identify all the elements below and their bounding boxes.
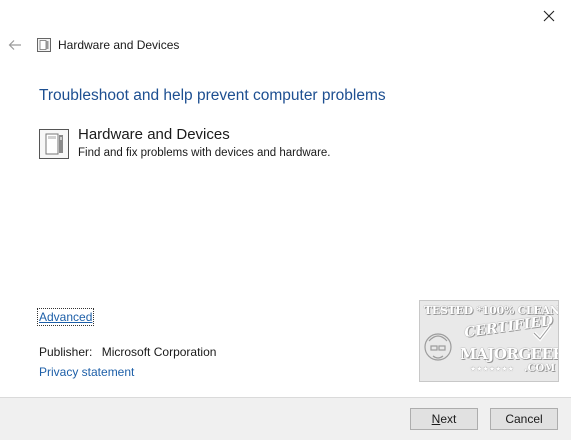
back-button[interactable]	[6, 36, 24, 54]
advanced-link[interactable]: Advanced	[36, 308, 95, 326]
hardware-device-icon	[39, 129, 69, 159]
button-bar: Next Cancel	[0, 397, 571, 440]
privacy-statement-link[interactable]: Privacy statement	[39, 365, 134, 379]
troubleshooter-window: Hardware and Devices Troubleshoot and he…	[0, 0, 571, 440]
troubleshooter-item-hardware[interactable]: Hardware and Devices Find and fix proble…	[39, 126, 459, 162]
close-button[interactable]	[538, 5, 560, 27]
breadcrumb-title: Hardware and Devices	[58, 38, 180, 52]
hardware-device-icon	[37, 38, 51, 52]
troubleshooter-description: Find and fix problems with devices and h…	[78, 147, 331, 159]
back-arrow-icon	[8, 40, 21, 50]
page-title: Troubleshoot and help prevent computer p…	[39, 87, 386, 104]
cancel-button[interactable]: Cancel	[490, 408, 558, 430]
navigation-bar: Hardware and Devices	[0, 36, 571, 56]
checkmark-icon	[532, 324, 552, 342]
publisher-label: Publisher:	[39, 345, 93, 359]
publisher-value: Microsoft Corporation	[101, 345, 217, 359]
close-icon	[543, 10, 555, 22]
next-button-mnemonic: N	[431, 412, 441, 426]
majorgeeks-watermark: TESTED *100% CLEAN CERTIFIED MAJORGEEKS …	[419, 300, 559, 382]
watermark-stars: ★★★★★★★	[470, 365, 514, 373]
watermark-line-3: MAJORGEEKS	[460, 345, 558, 363]
watermark-line-4: .COM	[524, 363, 556, 374]
next-button[interactable]: Next	[410, 408, 478, 430]
next-button-label: ext	[440, 412, 457, 426]
troubleshooter-title: Hardware and Devices	[78, 126, 230, 143]
publisher-info: Publisher: Microsoft Corporation	[39, 345, 216, 359]
